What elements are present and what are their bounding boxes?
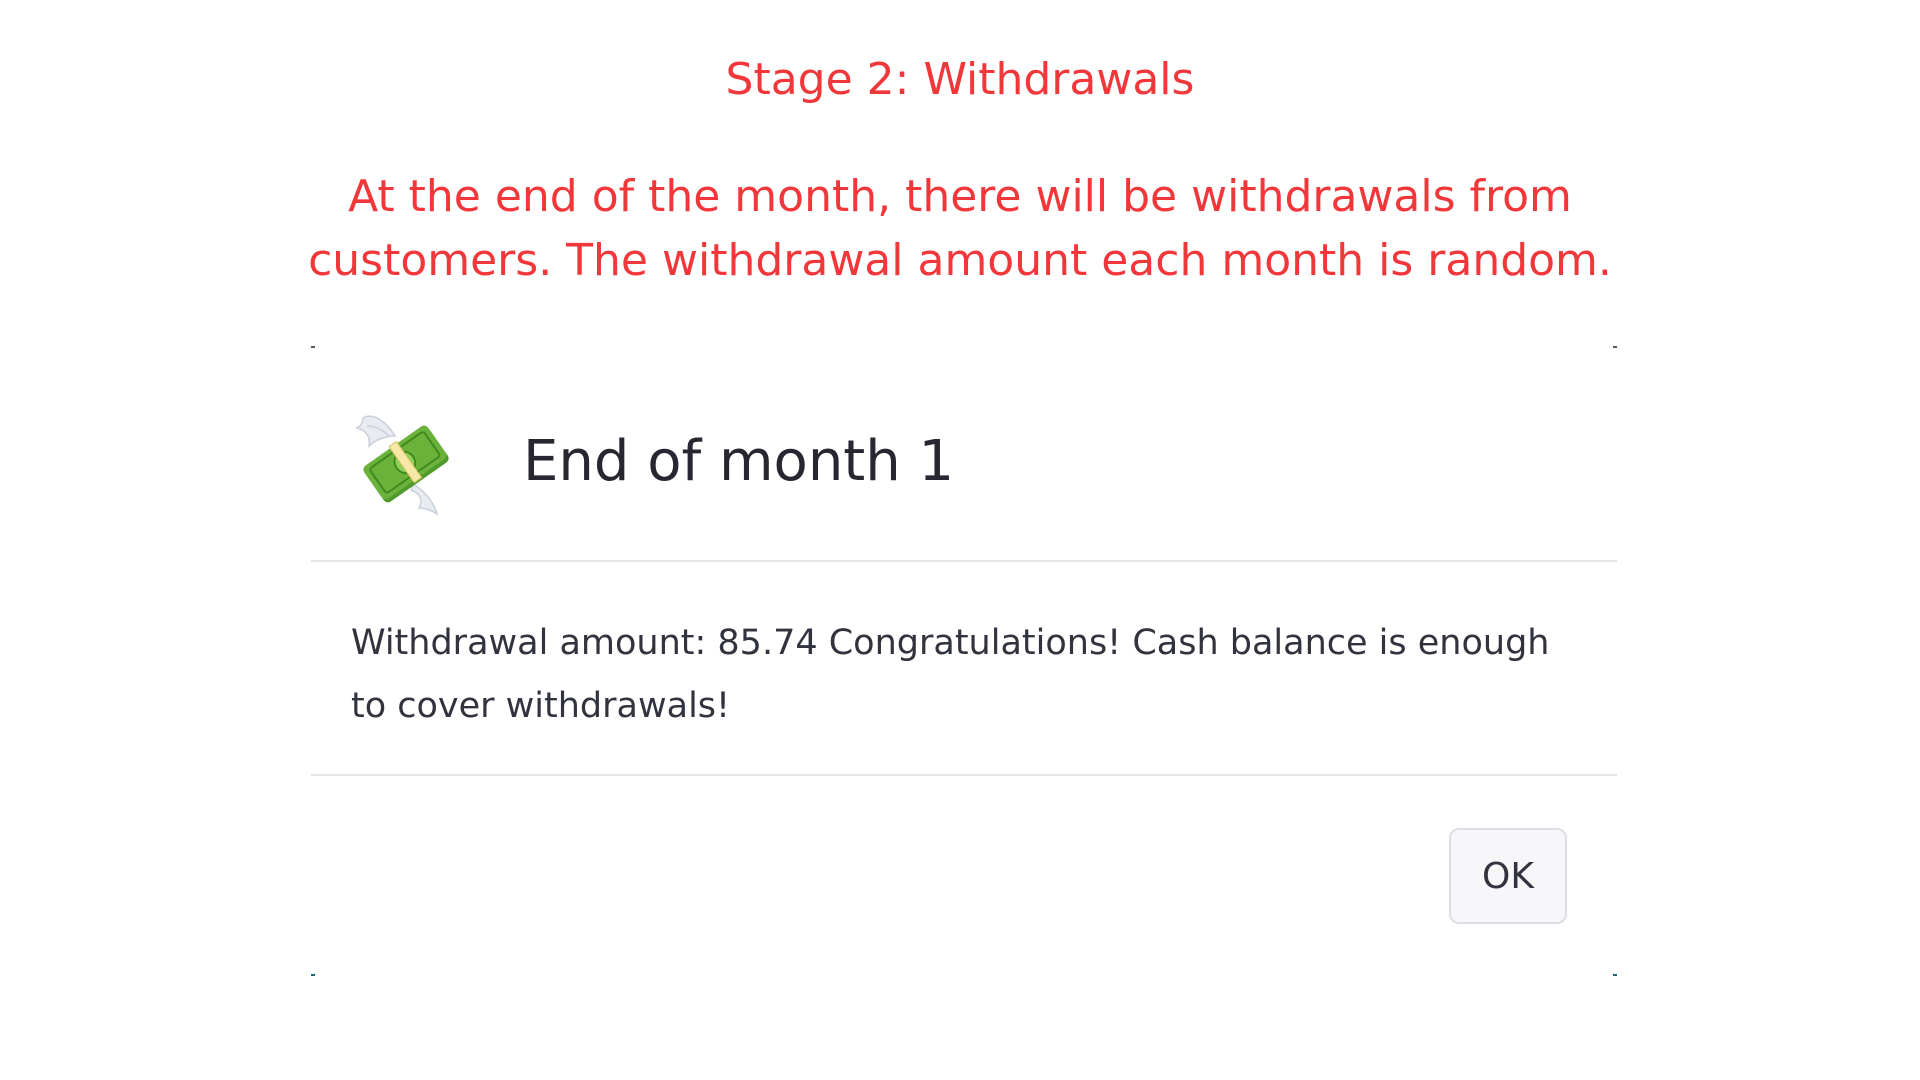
- ok-button[interactable]: OK: [1449, 828, 1567, 924]
- dialog-message: Withdrawal amount: 85.74 Congratulations…: [351, 623, 1550, 726]
- dialog-footer: OK: [311, 776, 1617, 974]
- dialog-header: End of month 1: [311, 346, 1617, 562]
- end-of-month-dialog: End of month 1 Withdrawal amount: 85.74 …: [311, 346, 1617, 976]
- dialog-corner-bottom-left: [311, 974, 315, 976]
- dialog-body: Withdrawal amount: 85.74 Congratulations…: [311, 562, 1617, 776]
- money-with-wings-icon: [351, 406, 461, 516]
- dialog-corner-bottom-right: [1613, 974, 1617, 976]
- stage-description: At the end of the month, there will be w…: [308, 171, 1612, 286]
- stage-title: Stage 2: Withdrawals: [725, 54, 1195, 105]
- dialog-title: End of month 1: [523, 429, 955, 494]
